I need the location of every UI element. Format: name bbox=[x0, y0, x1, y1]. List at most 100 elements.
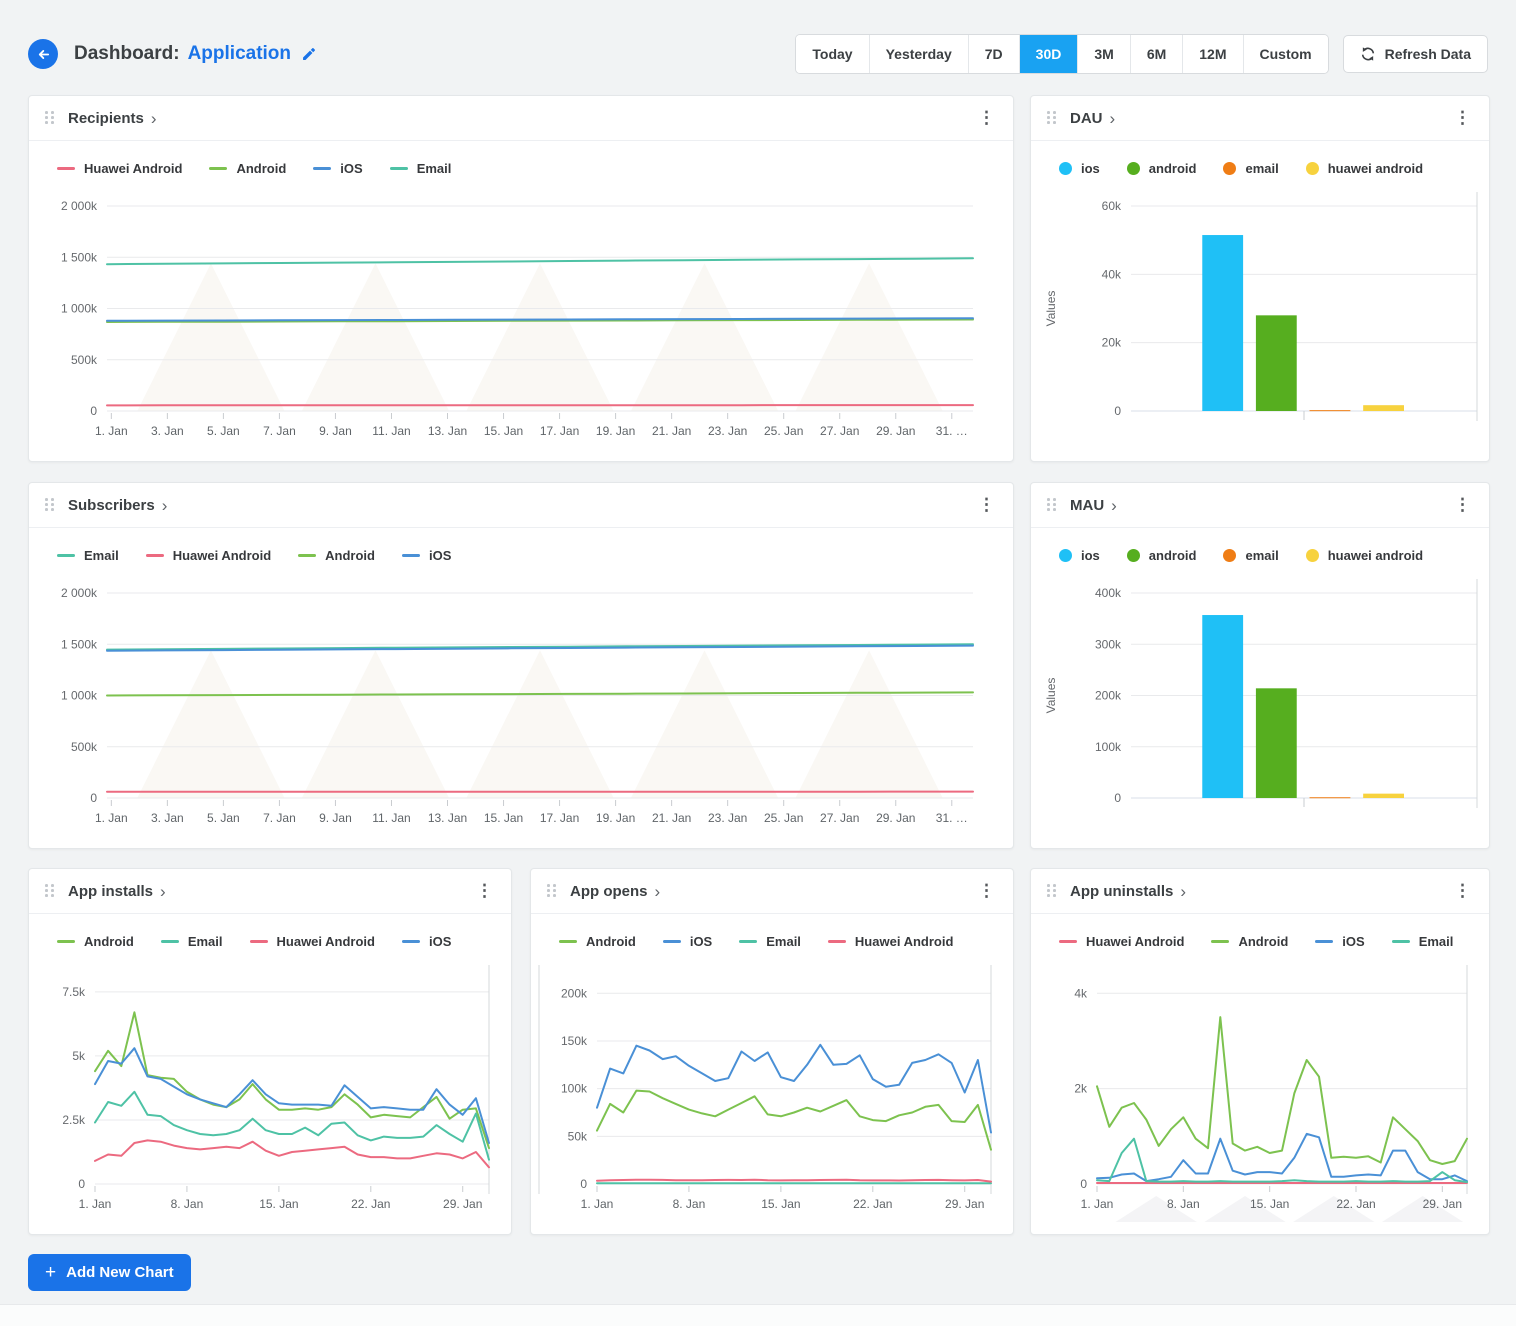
add-new-chart-button[interactable]: + Add New Chart bbox=[28, 1254, 191, 1291]
svg-text:27. Jan: 27. Jan bbox=[820, 424, 859, 438]
legend-swatch bbox=[739, 940, 757, 943]
kebab-menu-icon[interactable]: ⋮ bbox=[976, 108, 997, 128]
legend-item[interactable]: Android bbox=[209, 161, 286, 176]
card-title-app-opens[interactable]: App opens bbox=[570, 883, 648, 900]
svg-text:9. Jan: 9. Jan bbox=[319, 811, 352, 825]
legend-item[interactable]: ios bbox=[1059, 161, 1100, 176]
svg-text:7. Jan: 7. Jan bbox=[263, 811, 296, 825]
range-3m[interactable]: 3M bbox=[1077, 35, 1129, 73]
legend-item[interactable]: android bbox=[1127, 548, 1197, 563]
range-today[interactable]: Today bbox=[796, 35, 868, 73]
edit-icon[interactable] bbox=[301, 47, 316, 62]
svg-text:31. …: 31. … bbox=[936, 424, 968, 438]
legend-item[interactable]: Email bbox=[739, 934, 801, 949]
svg-text:27. Jan: 27. Jan bbox=[820, 811, 859, 825]
card-title-subscribers[interactable]: Subscribers bbox=[68, 497, 155, 514]
legend-label: Email bbox=[1419, 934, 1454, 949]
legend-item[interactable]: iOS bbox=[663, 934, 712, 949]
legend-swatch bbox=[402, 940, 420, 943]
svg-text:25. Jan: 25. Jan bbox=[764, 424, 803, 438]
legend-swatch bbox=[298, 554, 316, 557]
kebab-menu-icon[interactable]: ⋮ bbox=[976, 495, 997, 515]
legend-item[interactable]: Email bbox=[161, 934, 223, 949]
legend-item[interactable]: ios bbox=[1059, 548, 1100, 563]
legend-item[interactable]: Email bbox=[57, 548, 119, 563]
legend-label: iOS bbox=[340, 161, 362, 176]
drag-handle-icon[interactable] bbox=[1047, 498, 1057, 512]
card-header: DAU › ⋮ bbox=[1031, 96, 1489, 141]
drag-handle-icon[interactable] bbox=[45, 884, 55, 898]
card-header: MAU › ⋮ bbox=[1031, 483, 1489, 528]
legend-item[interactable]: email bbox=[1223, 161, 1278, 176]
range-yesterday[interactable]: Yesterday bbox=[869, 35, 968, 73]
legend-item[interactable]: Huawei Android bbox=[146, 548, 271, 563]
legend-item[interactable]: Huawei Android bbox=[250, 934, 375, 949]
legend-swatch bbox=[250, 940, 268, 943]
back-button[interactable] bbox=[28, 39, 58, 69]
svg-text:7. Jan: 7. Jan bbox=[263, 424, 296, 438]
legend-swatch bbox=[1211, 940, 1229, 943]
svg-text:0: 0 bbox=[90, 404, 97, 418]
range-6m[interactable]: 6M bbox=[1130, 35, 1182, 73]
chart-legend: Android iOS Email Huawei Android bbox=[531, 914, 1013, 952]
range-7d[interactable]: 7D bbox=[968, 35, 1019, 73]
legend-item[interactable]: Email bbox=[1392, 934, 1454, 949]
page-title: Dashboard: bbox=[74, 43, 180, 65]
legend-item[interactable]: Android bbox=[1211, 934, 1288, 949]
svg-text:150k: 150k bbox=[561, 1034, 588, 1048]
range-custom[interactable]: Custom bbox=[1243, 35, 1328, 73]
dashboard-name: Application bbox=[188, 43, 291, 65]
svg-text:0: 0 bbox=[78, 1177, 85, 1191]
kebab-menu-icon[interactable]: ⋮ bbox=[1452, 495, 1473, 515]
legend-item[interactable]: iOS bbox=[313, 161, 362, 176]
legend-swatch bbox=[663, 940, 681, 943]
svg-text:23. Jan: 23. Jan bbox=[708, 424, 747, 438]
card-title-dau[interactable]: DAU bbox=[1070, 110, 1103, 127]
legend-label: Email bbox=[766, 934, 801, 949]
svg-text:0: 0 bbox=[1080, 1177, 1087, 1191]
legend-item[interactable]: Android bbox=[57, 934, 134, 949]
legend-swatch bbox=[1223, 549, 1236, 562]
legend-item[interactable]: email bbox=[1223, 548, 1278, 563]
kebab-menu-icon[interactable]: ⋮ bbox=[474, 881, 495, 901]
legend-item[interactable]: huawei android bbox=[1306, 161, 1423, 176]
drag-handle-icon[interactable] bbox=[547, 884, 557, 898]
card-dau: DAU › ⋮ iosandroidemailhuawei android 02… bbox=[1030, 95, 1490, 462]
arrow-left-icon bbox=[36, 47, 51, 62]
kebab-menu-icon[interactable]: ⋮ bbox=[976, 881, 997, 901]
kebab-menu-icon[interactable]: ⋮ bbox=[1452, 108, 1473, 128]
kebab-menu-icon[interactable]: ⋮ bbox=[1452, 881, 1473, 901]
drag-handle-icon[interactable] bbox=[45, 498, 55, 512]
card-title-recipients[interactable]: Recipients bbox=[68, 110, 144, 127]
legend-item[interactable]: Android bbox=[559, 934, 636, 949]
legend-item[interactable]: Huawei Android bbox=[1059, 934, 1184, 949]
legend-item[interactable]: Android bbox=[298, 548, 375, 563]
card-mau: MAU › ⋮ iosandroidemailhuawei android 01… bbox=[1030, 482, 1490, 849]
legend-item[interactable]: iOS bbox=[402, 548, 451, 563]
legend-item[interactable]: huawei android bbox=[1306, 548, 1423, 563]
legend-item[interactable]: android bbox=[1127, 161, 1197, 176]
refresh-data-button[interactable]: Refresh Data bbox=[1343, 35, 1488, 73]
drag-handle-icon[interactable] bbox=[1047, 111, 1057, 125]
card-title-app-installs[interactable]: App installs bbox=[68, 883, 153, 900]
legend-label: Android bbox=[1238, 934, 1288, 949]
drag-handle-icon[interactable] bbox=[45, 111, 55, 125]
svg-text:5. Jan: 5. Jan bbox=[207, 811, 240, 825]
legend-label: Android bbox=[325, 548, 375, 563]
legend-item[interactable]: Email bbox=[390, 161, 452, 176]
legend-item[interactable]: Huawei Android bbox=[828, 934, 953, 949]
card-title-mau[interactable]: MAU bbox=[1070, 497, 1104, 514]
legend-item[interactable]: Huawei Android bbox=[57, 161, 182, 176]
range-12m[interactable]: 12M bbox=[1182, 35, 1242, 73]
legend-label: email bbox=[1245, 548, 1278, 563]
svg-text:1. Jan: 1. Jan bbox=[1081, 1197, 1114, 1211]
svg-text:Values: Values bbox=[1044, 291, 1058, 327]
range-30d[interactable]: 30D bbox=[1019, 35, 1078, 73]
svg-text:4k: 4k bbox=[1074, 986, 1088, 1000]
svg-text:2 000k: 2 000k bbox=[61, 586, 98, 600]
card-title-app-uninstalls[interactable]: App uninstalls bbox=[1070, 883, 1173, 900]
legend-item[interactable]: iOS bbox=[402, 934, 451, 949]
legend-item[interactable]: iOS bbox=[1315, 934, 1364, 949]
drag-handle-icon[interactable] bbox=[1047, 884, 1057, 898]
legend-label: email bbox=[1245, 161, 1278, 176]
